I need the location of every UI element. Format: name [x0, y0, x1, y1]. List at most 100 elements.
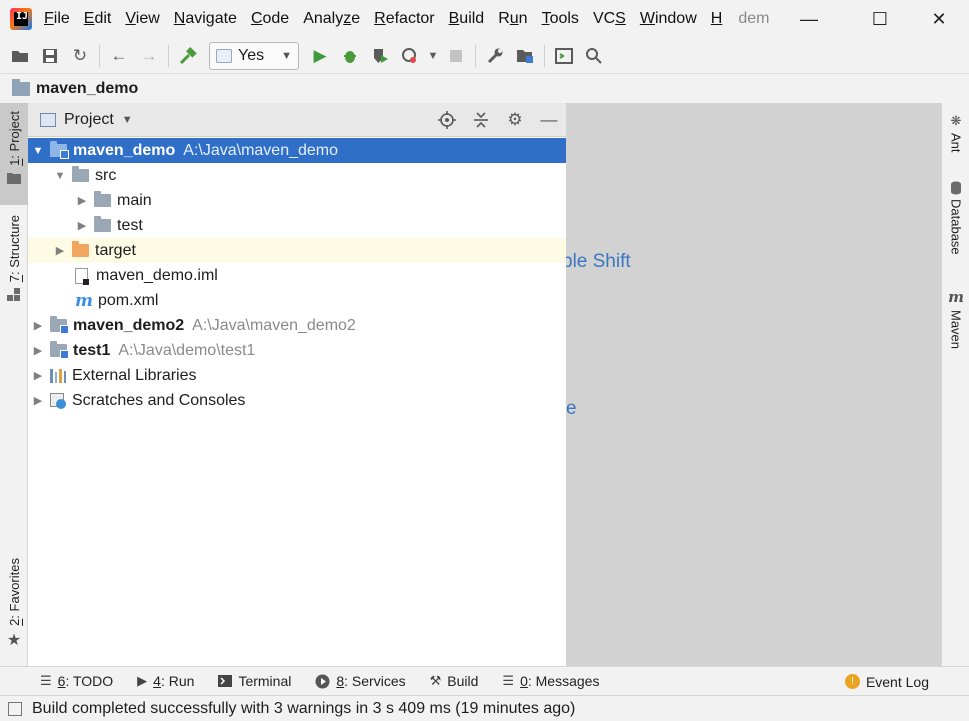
tree-item-scratches[interactable]: ▶ Scratches and Consoles — [28, 388, 566, 413]
tool-run[interactable]: ▶ 4: Run — [137, 673, 194, 689]
tab-database[interactable]: Database — [942, 181, 969, 255]
menu-item-mnemonic: R — [374, 10, 386, 27]
menu-item[interactable]: View — [125, 10, 159, 28]
database-icon — [951, 181, 961, 195]
menu-item-mnemonic: u — [509, 10, 519, 27]
chevron-right-icon[interactable]: ▶ — [32, 394, 44, 407]
tool-terminal[interactable]: Terminal — [218, 673, 291, 689]
tab-maven[interactable]: m Maven — [942, 288, 969, 349]
tool-services-label: : Services — [344, 673, 406, 689]
build-hammer-icon[interactable] — [173, 41, 203, 71]
profile-icon[interactable] — [395, 41, 425, 71]
excluded-folder-icon — [72, 241, 89, 257]
tool-event-log[interactable]: ! Event Log — [844, 667, 929, 696]
title-bar: IJ File Edit View Navigate Code Analyze Refact… — [0, 0, 969, 38]
tool-todo-label: : TODO — [65, 673, 114, 689]
tab-project-label: 1: Project — [6, 111, 22, 166]
gear-icon[interactable]: ⚙ — [498, 103, 532, 137]
menu-item[interactable]: Analyze — [303, 10, 360, 28]
tab-favorites[interactable]: 2: Favorites ★ — [0, 558, 28, 658]
project-view-select[interactable]: Project — [64, 111, 114, 129]
project-structure-icon[interactable] — [510, 41, 540, 71]
sync-icon[interactable]: ↻ — [65, 41, 95, 71]
window-title: dem — [738, 10, 770, 27]
chevron-right-icon[interactable]: ▶ — [32, 319, 44, 332]
tab-ant[interactable]: ❋ Ant — [942, 113, 969, 153]
menu-item[interactable]: Edit — [84, 10, 112, 28]
chevron-right-icon[interactable]: ▶ — [76, 219, 88, 232]
open-folder-icon[interactable] — [5, 41, 35, 71]
tree-item-external-libraries[interactable]: ▶ External Libraries — [28, 363, 566, 388]
toggle-tool-windows-icon[interactable] — [8, 701, 22, 716]
forward-arrow-icon[interactable]: → — [134, 41, 164, 71]
stop-icon[interactable] — [441, 41, 471, 71]
menu-item[interactable]: Window — [640, 10, 697, 28]
tree-item-label: maven_demo — [73, 141, 176, 159]
tool-build[interactable]: ⚒ Build — [430, 673, 479, 689]
wrench-settings-icon[interactable] — [480, 41, 510, 71]
hide-minimize-icon[interactable]: — — [532, 103, 566, 137]
tab-project[interactable]: 1: Project — [0, 103, 28, 205]
menu-item[interactable]: Tools — [542, 10, 579, 28]
maven-icon: m — [948, 288, 964, 306]
run-icon[interactable]: ▶ — [305, 41, 335, 71]
right-tool-strip: ❋ Ant Database m Maven — [941, 103, 969, 666]
locate-crosshair-icon[interactable] — [430, 103, 464, 137]
chevron-down-icon[interactable]: ▼ — [54, 170, 66, 182]
run-with-coverage-icon[interactable] — [365, 41, 395, 71]
close-button[interactable]: ✕ — [916, 0, 962, 38]
menu-item[interactable]: Navigate — [174, 10, 237, 28]
menu-item-text: ile — [53, 10, 70, 27]
tab-structure[interactable]: 7: Structure — [0, 215, 28, 315]
menu-item[interactable]: Code — [251, 10, 289, 28]
maximize-button[interactable]: ☐ — [857, 0, 903, 38]
chevron-right-icon[interactable]: ▶ — [32, 369, 44, 382]
editor-empty-area: ble Shift e — [566, 103, 941, 666]
menu-item-mnemonic: V — [125, 10, 136, 27]
toolbar-separator — [475, 44, 476, 67]
save-icon[interactable] — [35, 41, 65, 71]
status-bar: Build completed successfully with 3 warn… — [0, 695, 969, 721]
collapse-all-icon[interactable] — [464, 103, 498, 137]
breadcrumb-project[interactable]: maven_demo — [36, 80, 138, 98]
tree-item-test[interactable]: ▶ test — [28, 213, 566, 238]
ant-icon: ❋ — [950, 113, 962, 128]
tool-todo[interactable]: ☰ 6: TODO — [40, 673, 113, 689]
chevron-down-icon[interactable]: ▼ — [122, 114, 133, 126]
scratches-icon — [50, 392, 66, 409]
tree-item-iml[interactable]: maven_demo.iml — [28, 263, 566, 288]
menu-item[interactable]: Refactor — [374, 10, 434, 28]
toolbar-separator — [99, 44, 100, 67]
tree-item-maven-demo2[interactable]: ▶ maven_demo2 A:\Java\maven_demo2 — [28, 313, 566, 338]
tree-item-test1[interactable]: ▶ test1 A:\Java\demo\test1 — [28, 338, 566, 363]
module-folder-icon — [50, 341, 69, 359]
tree-item-maven-demo[interactable]: ▼ maven_demo A:\Java\maven_demo — [28, 138, 566, 163]
menu-item-mnemonic: B — [448, 10, 460, 27]
back-arrow-icon[interactable]: ← — [104, 41, 134, 71]
tool-run-label: : Run — [160, 673, 195, 689]
menu-item[interactable]: Build — [449, 10, 485, 28]
menu-item-text: R — [498, 10, 510, 27]
tool-services[interactable]: 8: Services — [315, 673, 406, 689]
menu-item[interactable]: H — [711, 10, 723, 28]
terminal-window-icon[interactable] — [549, 41, 579, 71]
toolbar-separator — [544, 44, 545, 67]
chevron-down-icon[interactable]: ▼ — [32, 145, 44, 157]
run-configuration-select[interactable]: Yes ▼ — [209, 41, 299, 70]
search-icon[interactable] — [579, 41, 609, 71]
tool-messages[interactable]: ☰ 0: Messages — [502, 673, 599, 689]
menu-item[interactable]: Run — [498, 10, 527, 28]
chevron-down-icon[interactable]: ▼ — [425, 41, 441, 71]
tab-ant-label: Ant — [948, 133, 964, 153]
chevron-right-icon[interactable]: ▶ — [54, 244, 66, 257]
chevron-right-icon[interactable]: ▶ — [32, 344, 44, 357]
minimize-button[interactable]: — — [786, 0, 832, 38]
debug-bug-icon[interactable] — [335, 41, 365, 71]
tree-item-src[interactable]: ▼ src — [28, 163, 566, 188]
menu-item[interactable]: File — [44, 10, 70, 28]
tree-item-target[interactable]: ▶ target — [28, 238, 566, 263]
menu-item[interactable]: VCS — [593, 10, 626, 28]
tree-item-pom[interactable]: m pom.xml — [28, 288, 566, 313]
chevron-right-icon[interactable]: ▶ — [76, 194, 88, 207]
tree-item-main[interactable]: ▶ main — [28, 188, 566, 213]
